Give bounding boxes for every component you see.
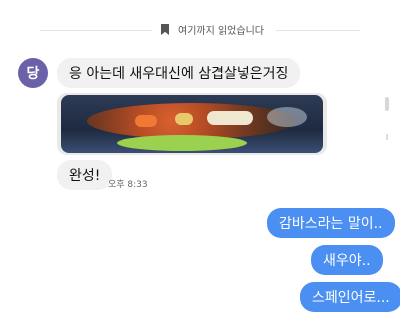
- outgoing-message-bubble[interactable]: 감바스라는 말이..: [267, 208, 395, 238]
- divider-line-left: [40, 30, 152, 31]
- scrollbar-thumb[interactable]: [385, 97, 389, 111]
- incoming-message-bubble[interactable]: 응 아는데 새우대신에 삼겹살넣은거징: [57, 58, 301, 88]
- sender-avatar[interactable]: 당: [18, 58, 48, 88]
- read-marker-divider: 여기까지 읽었습니다: [0, 18, 400, 42]
- pan-glare: [267, 107, 307, 127]
- outgoing-message-bubble[interactable]: 새우야..: [311, 245, 383, 275]
- bookmark-icon: [161, 24, 169, 35]
- scroll-indicator: [386, 134, 388, 140]
- food-piece: [175, 113, 193, 125]
- message-timestamp: 오후 8:33: [108, 180, 148, 190]
- food-piece: [207, 111, 253, 125]
- photo-message[interactable]: [57, 93, 327, 155]
- divider-line-right: [276, 30, 360, 31]
- plate-edge: [117, 135, 247, 151]
- read-marker-text: 여기까지 읽었습니다: [178, 26, 264, 37]
- incoming-message-bubble[interactable]: 완성!: [57, 160, 113, 190]
- outgoing-message-bubble[interactable]: 스페인어로...: [300, 282, 400, 312]
- food-piece: [135, 115, 157, 127]
